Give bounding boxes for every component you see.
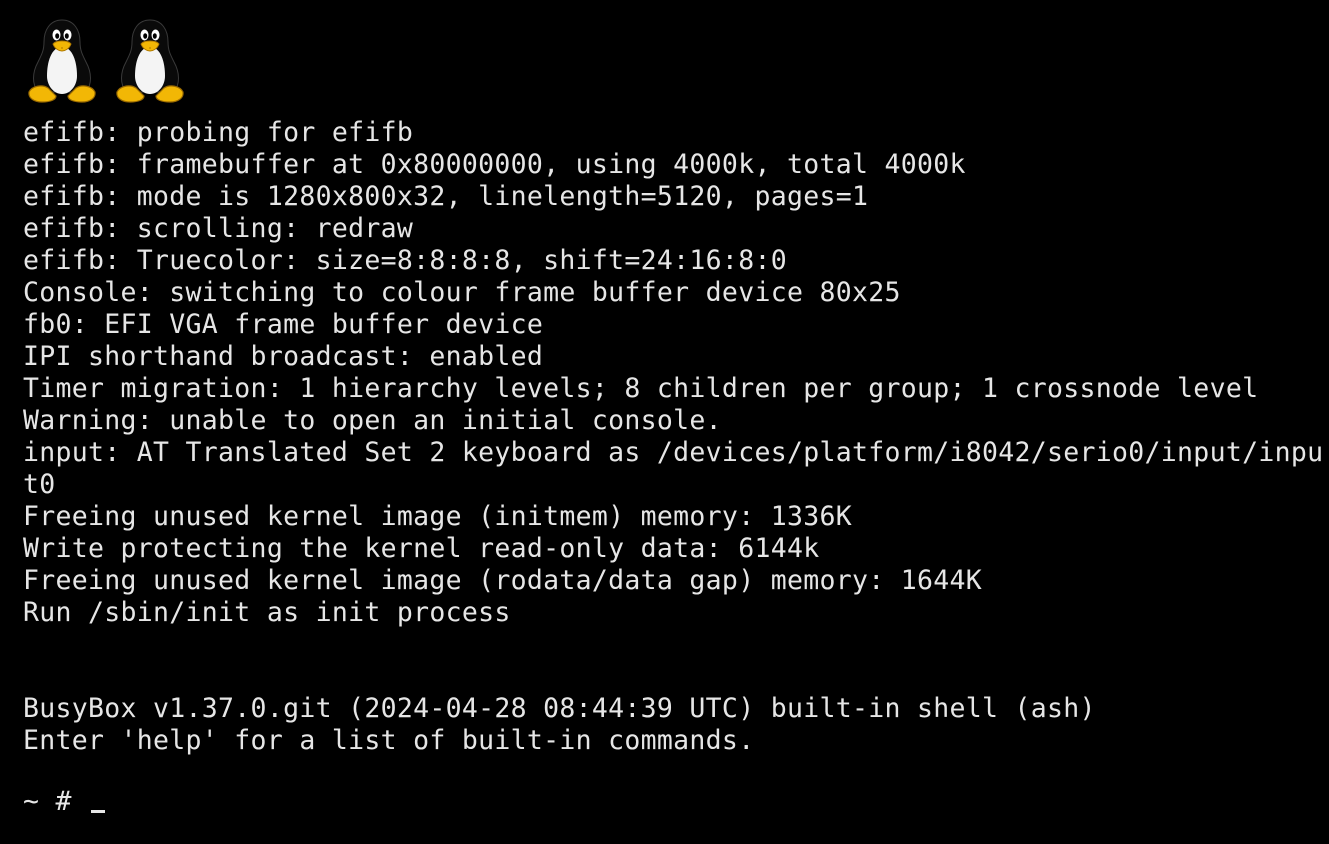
log-line: Freeing unused kernel image (initmem) me… [23,501,852,532]
log-line: t0 [23,469,56,500]
tux-penguin-icon [28,19,96,103]
log-line: Run /sbin/init as init process [23,597,511,628]
log-line: efifb: framebuffer at 0x80000000, using … [23,149,966,180]
terminal-console[interactable]: efifb: probing for efifb efifb: framebuf… [0,0,1329,844]
command-input[interactable] [72,786,88,818]
log-line: input: AT Translated Set 2 keyboard as /… [23,437,1324,468]
tux-penguin-icon [116,19,184,103]
kernel-log: efifb: probing for efifb efifb: framebuf… [23,117,1323,789]
text-cursor [91,810,106,813]
log-line: IPI shorthand broadcast: enabled [23,341,544,372]
shell-prompt-row[interactable]: ~ # [23,786,106,818]
log-line: Warning: unable to open an initial conso… [23,405,722,436]
log-line: Timer migration: 1 hierarchy levels; 8 c… [23,373,1259,404]
log-line: Write protecting the kernel read-only da… [23,533,820,564]
log-line: Freeing unused kernel image (rodata/data… [23,565,983,596]
log-line: fb0: EFI VGA frame buffer device [23,309,544,340]
shell-prompt: ~ # [23,786,72,817]
log-line: efifb: mode is 1280x800x32, linelength=5… [23,181,869,212]
log-line: efifb: probing for efifb [23,117,414,148]
log-line: efifb: scrolling: redraw [23,213,414,244]
shell-banner: BusyBox v1.37.0.git (2024-04-28 08:44:39… [23,693,1096,724]
boot-logo [26,18,186,104]
log-line: efifb: Truecolor: size=8:8:8:8, shift=24… [23,245,787,276]
shell-help-hint: Enter 'help' for a list of built-in comm… [23,725,755,756]
log-line: Console: switching to colour frame buffe… [23,277,901,308]
